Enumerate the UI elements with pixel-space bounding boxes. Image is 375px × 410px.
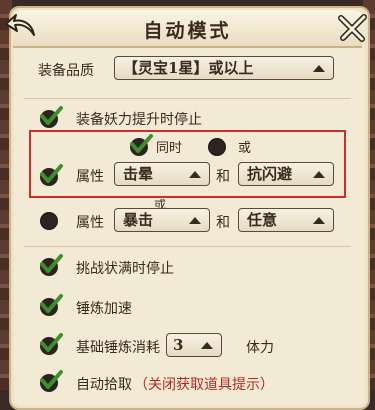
attr-row1-label: 属性 [76, 169, 104, 185]
refine-speed-label: 锤炼加速 [76, 301, 132, 317]
attr-row1-joiner: 和 [216, 169, 230, 185]
divider [24, 246, 351, 247]
attr-row1-value-1: 击晕 [123, 165, 154, 183]
checkmark-icon [40, 164, 63, 183]
and-label: 同时 [156, 141, 183, 156]
attr-row1-select-1[interactable]: 击晕 [114, 162, 210, 186]
close-swords-icon [338, 14, 367, 42]
checkmark-icon [40, 333, 63, 352]
dropdown-arrow-icon [313, 217, 325, 224]
checkmark-icon [130, 134, 153, 153]
stop-on-power-label: 装备妖力提升时停止 [76, 112, 202, 128]
quality-select[interactable]: 【灵宝1星】或以上 [114, 56, 334, 80]
attr-row2-select-2[interactable]: 任意 [238, 208, 334, 232]
attr-row1-value-2: 抗闪避 [247, 165, 293, 183]
checkmark-icon [40, 370, 63, 389]
attr-row2-value-2: 任意 [247, 211, 278, 229]
dropdown-arrow-icon [313, 65, 325, 72]
auto-pickup-note: （关闭获取道具提示） [134, 377, 274, 393]
dropdown-arrow-icon [201, 342, 213, 349]
dropdown-arrow-icon [189, 217, 201, 224]
quality-label: 装备品质 [38, 63, 94, 79]
attr-row2-checkbox[interactable] [40, 212, 58, 230]
auto-pickup-label: 自动拾取 [76, 377, 132, 393]
refine-cost-checkbox[interactable] [40, 333, 63, 355]
attr-row2-joiner: 和 [216, 215, 230, 231]
attr-row1-select-2[interactable]: 抗闪避 [238, 162, 334, 186]
checkmark-icon [40, 106, 63, 125]
stop-on-power-checkbox[interactable] [40, 106, 63, 128]
stop-on-full-checkbox[interactable] [40, 254, 63, 276]
close-button[interactable] [333, 8, 373, 48]
attr-row1-checkbox[interactable] [40, 164, 63, 186]
refine-cost-value: 3 [173, 336, 184, 354]
or-label: 或 [238, 141, 252, 156]
quality-value: 【灵宝1星】或以上 [123, 59, 254, 77]
refine-cost-label: 基础锤炼消耗 [76, 340, 160, 356]
dropdown-arrow-icon [189, 171, 201, 178]
refine-cost-unit: 体力 [246, 340, 274, 356]
checkmark-icon [40, 294, 63, 313]
auto-pickup-checkbox[interactable] [40, 370, 63, 392]
attr-row2-label: 属性 [76, 215, 104, 231]
divider [24, 98, 351, 99]
checkmark-icon [40, 254, 63, 273]
or-radio[interactable] [208, 138, 226, 156]
attr-row2-value-1: 暴击 [123, 211, 154, 229]
refine-speed-checkbox[interactable] [40, 294, 63, 316]
attr-row2-select-1[interactable]: 暴击 [114, 208, 210, 232]
refine-cost-select[interactable]: 3 [166, 333, 222, 357]
page-title: 自动模式 [143, 20, 232, 42]
and-radio[interactable] [130, 134, 153, 156]
stop-on-full-label: 挑战状满时停止 [76, 261, 174, 277]
dropdown-arrow-icon [313, 171, 325, 178]
